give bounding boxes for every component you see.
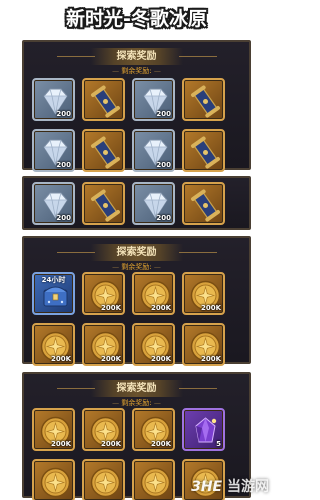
- reward-slot[interactable]: 200K: [132, 323, 175, 366]
- item-quantity: 200K: [150, 440, 171, 448]
- item-quantity: 5: [216, 440, 221, 448]
- item-quantity: 200K: [100, 355, 121, 363]
- item-quantity: 200K: [100, 304, 121, 312]
- watermark: 3HE 当游网: [191, 479, 269, 495]
- reward-slot[interactable]: 200K: [82, 408, 125, 451]
- item-quantity: 200K: [50, 440, 71, 448]
- reward-slot[interactable]: 200: [32, 129, 75, 172]
- reward-slot[interactable]: 200K: [132, 272, 175, 315]
- reward-slot[interactable]: [82, 182, 125, 225]
- reward-grid: 24小时 200K 200K 200K 200K 200K 200K 200K: [32, 272, 247, 366]
- reward-slot[interactable]: [82, 78, 125, 121]
- reward-slot[interactable]: [32, 459, 75, 500]
- reward-slot[interactable]: [182, 129, 225, 172]
- reward-slot[interactable]: 200K: [132, 408, 175, 451]
- item-quantity: 200: [56, 214, 71, 222]
- item-quantity: 200K: [150, 304, 171, 312]
- panel-header: 探索奖励: [24, 42, 249, 66]
- item-quantity: 200K: [200, 304, 221, 312]
- reward-slot[interactable]: [182, 182, 225, 225]
- panel-header: 探索奖励: [24, 238, 249, 262]
- reward-slot[interactable]: 200K: [82, 272, 125, 315]
- reward-slot[interactable]: 200K: [182, 323, 225, 366]
- panel-title: 探索奖励: [56, 244, 217, 261]
- item-quantity: 200: [156, 110, 171, 118]
- remaining-label: — 剩余奖励: —: [112, 399, 161, 407]
- reward-slot[interactable]: 200K: [32, 323, 75, 366]
- reward-slot[interactable]: 200: [132, 78, 175, 121]
- remaining-label: — 剩余奖励: —: [112, 263, 161, 271]
- reward-slot[interactable]: 24小时: [32, 272, 75, 315]
- reward-slot[interactable]: [82, 459, 125, 500]
- reward-slot[interactable]: 200: [32, 78, 75, 121]
- panel-title: 探索奖励: [56, 48, 217, 65]
- item-quantity: 200K: [50, 355, 71, 363]
- panel-header: 探索奖励: [24, 374, 249, 398]
- item-quantity: 200: [56, 161, 71, 169]
- reward-slot[interactable]: 200: [32, 182, 75, 225]
- reward-slot[interactable]: 5: [182, 408, 225, 451]
- reward-panel-2: 200 200: [22, 176, 251, 230]
- reward-slot[interactable]: [132, 459, 175, 500]
- reward-slot[interactable]: [82, 129, 125, 172]
- reward-panel-1: 探索奖励 — 剩余奖励: — 200 200 200 200: [22, 40, 251, 172]
- duration-tag: 24小时: [41, 276, 66, 284]
- reward-slot[interactable]: 200K: [182, 272, 225, 315]
- reward-grid: 200 200: [32, 182, 247, 225]
- item-quantity: 200K: [100, 440, 121, 448]
- reward-slot[interactable]: 200K: [32, 408, 75, 451]
- remaining-label: — 剩余奖励: —: [112, 67, 161, 75]
- item-quantity: 200: [56, 110, 71, 118]
- reward-panel-3: 探索奖励 — 剩余奖励: — 24小时 200K 200K 200K 200K 200K 2…: [22, 236, 251, 366]
- reward-slot[interactable]: 200K: [82, 323, 125, 366]
- panel-title: 探索奖励: [56, 380, 217, 397]
- item-quantity: 200: [156, 161, 171, 169]
- reward-slot[interactable]: 200: [132, 182, 175, 225]
- page-title: 新时光-冬歌冰原: [66, 8, 207, 30]
- reward-slot[interactable]: [182, 78, 225, 121]
- reward-slot[interactable]: 200: [132, 129, 175, 172]
- item-quantity: 200K: [150, 355, 171, 363]
- reward-grid: 200 200 200 200: [32, 78, 247, 172]
- item-quantity: 200: [156, 214, 171, 222]
- item-quantity: 200K: [200, 355, 221, 363]
